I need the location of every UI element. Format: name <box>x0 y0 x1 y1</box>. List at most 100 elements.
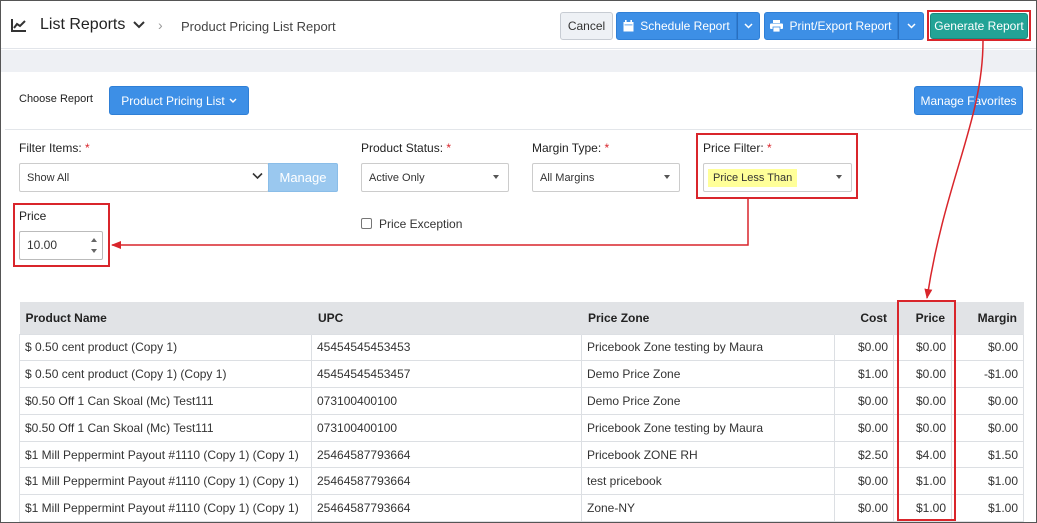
required-marker: * <box>767 141 772 155</box>
table-cell: Demo Price Zone <box>581 387 835 415</box>
table-cell: 45454545453453 <box>311 333 582 362</box>
table-row[interactable]: $ 0.50 cent product (Copy 1) 454545454534… <box>19 333 1024 362</box>
table-row[interactable]: $0.50 Off 1 Can Skoal (Mc) Test111 073100… <box>19 413 1024 442</box>
table-cell: $0.00 <box>834 413 894 442</box>
manage-favorites-button[interactable]: Manage Favorites <box>914 86 1023 115</box>
table-row[interactable]: $1 Mill Peppermint Payout #1110 (Copy 1)… <box>19 494 1024 523</box>
required-marker: * <box>446 141 452 155</box>
price-filter-select[interactable]: Price Less Than <box>703 163 852 192</box>
product-status-select[interactable]: Active Only <box>361 163 509 192</box>
product-status-value: Active Only <box>369 171 425 184</box>
table-cell: Pricebook Zone testing by Maura <box>581 333 835 362</box>
margin-type-label-text: Margin Type: <box>532 141 602 155</box>
filter-items-label: Filter Items: * <box>19 141 90 155</box>
filter-items-label-text: Filter Items: <box>19 141 82 155</box>
chevron-down-icon <box>229 98 237 103</box>
table-row[interactable]: $ 0.50 cent product (Copy 1) (Copy 1) 454… <box>19 360 1024 389</box>
manage-button[interactable]: Manage <box>268 163 338 192</box>
chevron-down-icon[interactable] <box>132 18 146 32</box>
table-cell: -$1.00 <box>951 360 1024 389</box>
table-cell: 25464587793664 <box>311 494 582 523</box>
generate-report-button[interactable]: Generate Report <box>930 13 1028 39</box>
header-divider-band <box>1 50 1036 72</box>
table-cell: $1 Mill Peppermint Payout #1110 (Copy 1)… <box>19 494 312 523</box>
table-cell: $2.50 <box>834 440 894 469</box>
product-status-label: Product Status: * <box>361 141 451 155</box>
table-cell: 25464587793664 <box>311 440 582 469</box>
line-chart-icon <box>11 19 26 32</box>
column-header[interactable]: Cost <box>834 302 894 334</box>
required-marker: * <box>85 141 90 155</box>
table-row[interactable]: $0.50 Off 1 Can Skoal (Mc) Test111 073100… <box>19 387 1024 415</box>
table-cell: $1.00 <box>834 360 894 389</box>
margin-type-label: Margin Type: * <box>532 141 609 155</box>
chevron-down-icon <box>906 23 916 29</box>
report-select-label: Product Pricing List <box>121 93 225 108</box>
calendar-icon <box>623 20 634 32</box>
report-select-button[interactable]: Product Pricing List <box>109 86 249 115</box>
table-cell: $0.50 Off 1 Can Skoal (Mc) Test111 <box>19 413 312 442</box>
price-input[interactable]: 10.00 <box>19 231 103 260</box>
caret-down-icon <box>493 175 499 179</box>
table-row[interactable]: $1 Mill Peppermint Payout #1110 (Copy 1)… <box>19 467 1024 496</box>
table-cell: 073100400100 <box>311 387 582 415</box>
price-label: Price <box>19 209 47 223</box>
choose-report-label: Choose Report <box>19 93 93 105</box>
cancel-button[interactable]: Cancel <box>560 12 613 40</box>
table-cell: 25464587793664 <box>311 467 582 496</box>
column-header[interactable]: Margin <box>951 302 1024 334</box>
caret-down-icon <box>836 175 842 179</box>
divider <box>5 129 1032 130</box>
schedule-report-button[interactable]: Schedule Report <box>616 12 737 40</box>
table-cell: $ 0.50 cent product (Copy 1) (Copy 1) <box>19 360 312 389</box>
required-marker: * <box>604 141 610 155</box>
breadcrumb-separator-icon: › <box>158 17 163 33</box>
margin-type-value: All Margins <box>540 171 595 184</box>
table-cell: $0.00 <box>951 387 1024 415</box>
table-row[interactable]: $1 Mill Peppermint Payout #1110 (Copy 1)… <box>19 440 1024 469</box>
table-cell: $1.00 <box>951 494 1024 523</box>
table-cell: Demo Price Zone <box>581 360 835 389</box>
cancel-button-label: Cancel <box>567 19 606 33</box>
table-header-row: Product Name UPC Price Zone Cost Price M… <box>19 302 1024 334</box>
table-cell: $0.00 <box>834 387 894 415</box>
column-header[interactable]: UPC <box>311 302 582 334</box>
table-cell: test pricebook <box>581 467 835 496</box>
printer-icon <box>770 20 784 32</box>
price-input-value: 10.00 <box>27 238 58 252</box>
margin-type-select[interactable]: All Margins <box>532 163 680 192</box>
table-cell: Pricebook ZONE RH <box>581 440 835 469</box>
table-cell: $1.50 <box>951 440 1024 469</box>
table-cell: Zone-NY <box>581 494 835 523</box>
price-filter-label: Price Filter: * <box>703 141 772 155</box>
table-cell: 45454545453457 <box>311 360 582 389</box>
generate-report-label: Generate Report <box>934 19 1024 33</box>
table-cell: $ 0.50 cent product (Copy 1) <box>19 333 312 362</box>
column-header[interactable]: Product Name <box>19 302 312 334</box>
manage-button-label: Manage <box>279 170 327 185</box>
table-cell: $1 Mill Peppermint Payout #1110 (Copy 1)… <box>19 467 312 496</box>
table-cell: $0.50 Off 1 Can Skoal (Mc) Test111 <box>19 387 312 415</box>
breadcrumb: Product Pricing List Report <box>181 19 336 34</box>
print-export-button[interactable]: Print/Export Report <box>764 12 898 40</box>
chevron-down-icon <box>252 172 263 180</box>
app-title: List Reports <box>40 16 126 33</box>
price-exception-checkbox[interactable] <box>361 218 372 229</box>
manage-favorites-label: Manage Favorites <box>920 93 1017 108</box>
filter-items-select[interactable]: Show All <box>19 163 269 192</box>
product-status-label-text: Product Status: <box>361 141 444 155</box>
table-cell: 073100400100 <box>311 413 582 442</box>
column-header[interactable]: Price Zone <box>581 302 835 334</box>
table-cell: $1 Mill Peppermint Payout #1110 (Copy 1)… <box>19 440 312 469</box>
print-export-dropdown[interactable] <box>898 12 924 40</box>
price-exception-label: Price Exception <box>379 217 463 231</box>
schedule-report-dropdown[interactable] <box>737 12 760 40</box>
price-filter-value: Price Less Than <box>708 168 798 187</box>
price-filter-label-text: Price Filter: <box>703 141 764 155</box>
table-cell: $0.00 <box>834 494 894 523</box>
caret-down-icon <box>664 175 670 179</box>
number-spinner-icon[interactable] <box>88 234 100 257</box>
schedule-report-label: Schedule Report <box>640 19 730 33</box>
table-cell: $1.00 <box>951 467 1024 496</box>
price-column-highlight <box>897 300 956 521</box>
